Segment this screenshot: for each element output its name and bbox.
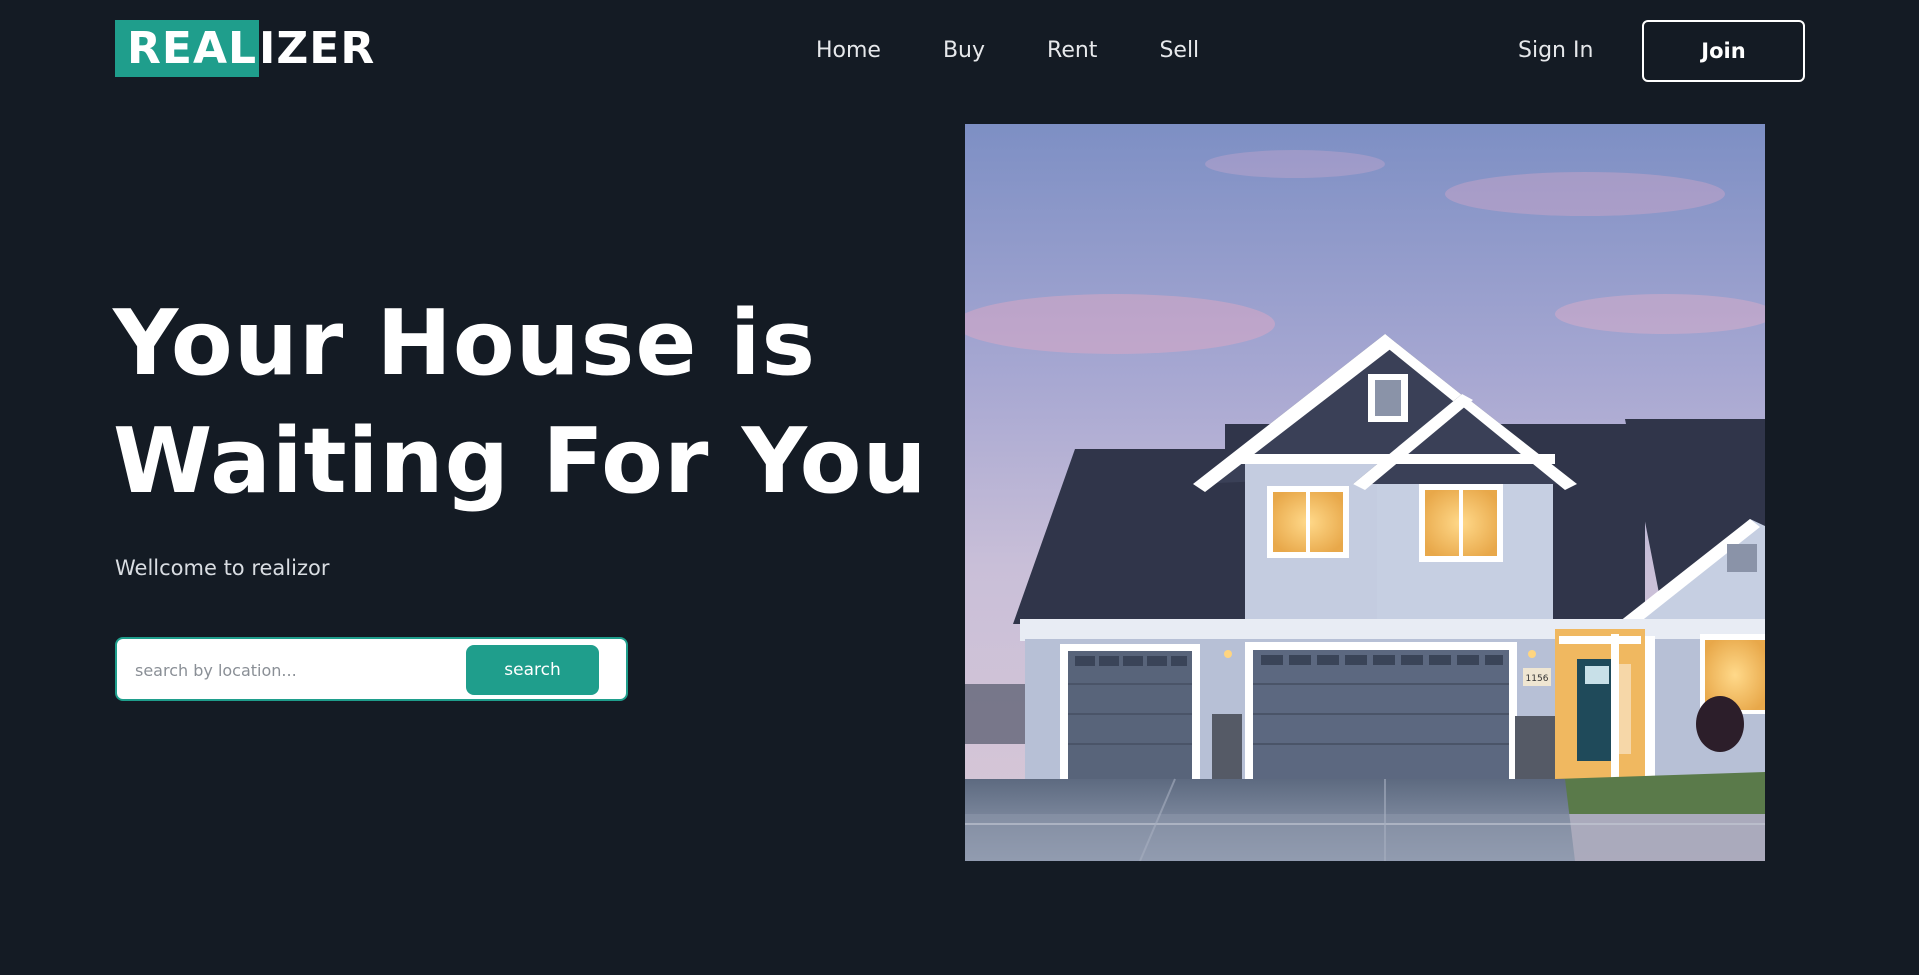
- hero-title: Your House is Waiting For You: [113, 285, 993, 521]
- house-illustration: 1156: [965, 124, 1765, 861]
- hero-subtitle: Wellcome to realizor: [115, 556, 330, 580]
- nav-sell[interactable]: Sell: [1159, 36, 1199, 66]
- hero-title-line-1: Your House is: [113, 291, 817, 396]
- house-photo: 1156: [965, 124, 1765, 861]
- location-search-bar: search: [115, 637, 628, 701]
- search-input[interactable]: [135, 653, 455, 687]
- logo-highlight: REAL: [115, 20, 260, 77]
- site-header: REAL IZER Home Buy Rent Sell Sign In Join: [0, 0, 1919, 104]
- house-number-sign: 1156: [1526, 674, 1549, 684]
- nav-buy[interactable]: Buy: [943, 36, 985, 66]
- join-button[interactable]: Join: [1642, 20, 1805, 82]
- nav-home[interactable]: Home: [816, 36, 881, 66]
- nav-rent[interactable]: Rent: [1047, 36, 1097, 66]
- hero-title-line-2: Waiting For You: [113, 409, 928, 514]
- search-button[interactable]: search: [466, 645, 599, 695]
- realizer-logo[interactable]: REAL IZER: [115, 20, 375, 77]
- sign-in-link[interactable]: Sign In: [1518, 36, 1593, 66]
- logo-text: IZER: [259, 23, 376, 74]
- main-nav: Home Buy Rent Sell: [816, 36, 1199, 66]
